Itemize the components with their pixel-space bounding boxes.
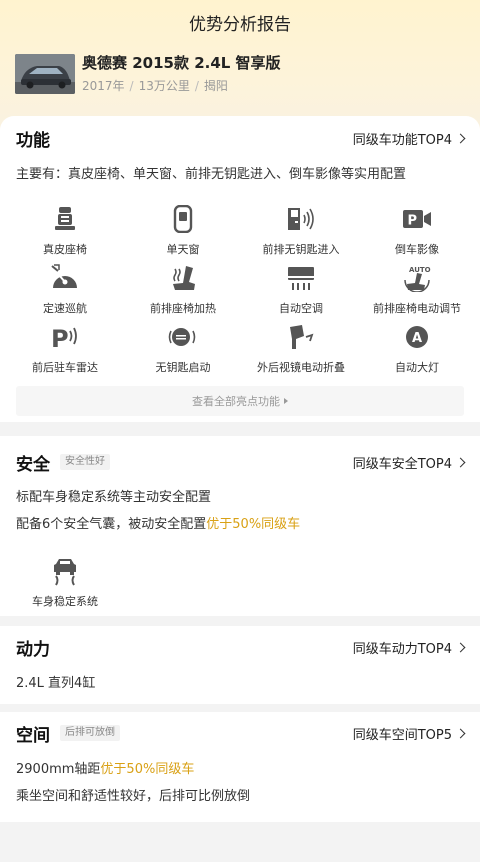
car-name: 奥德赛 2015款 2.4L 智享版 [82, 54, 281, 72]
feature-label: 无钥匙启动 [155, 361, 211, 374]
power-title: 动力 [16, 639, 50, 660]
svg-text:P: P [51, 325, 69, 351]
power-top-link[interactable]: 同级车动力TOP4 [352, 638, 466, 657]
feature-label: 单天窗 [166, 243, 200, 256]
page-title: 优势分析报告 [189, 14, 291, 35]
chevron-right-icon [455, 457, 466, 467]
chevron-right-icon [455, 728, 466, 738]
car-meta: 2017年 / 13万公里 / 揭阳 [82, 77, 228, 94]
car-thumbnail [15, 54, 75, 94]
chevron-right-icon [455, 133, 466, 143]
keyless-entry-icon [284, 204, 318, 234]
car-city: 揭阳 [203, 79, 228, 93]
feature-item[interactable]: P 倒车影像 [352, 204, 480, 262]
header: 优势分析报告 [0, 0, 480, 44]
feature-item[interactable]: P 前后驻车雷达 [0, 322, 130, 380]
space-wheelbase: 2900mm轴距 [16, 762, 101, 777]
feature-item[interactable]: 前排无钥匙进入 [236, 204, 366, 262]
feature-item[interactable]: 自动空调 [236, 263, 366, 321]
power-top-link-label: 同级车动力TOP4 [352, 641, 452, 657]
auto-ac-icon [284, 263, 318, 293]
seat-heating-icon [166, 263, 200, 293]
safety-highlight: 优于50%同级车 [206, 517, 301, 532]
space-line-1: 2900mm轴距优于50%同级车 [16, 758, 194, 777]
feature-item[interactable]: 无钥匙启动 [118, 322, 248, 380]
power-seat-icon: AUTO [400, 263, 434, 293]
safety-header: 安全 安全性好 同级车安全TOP4 [16, 451, 466, 475]
feature-item[interactable]: 定速巡航 [0, 263, 130, 321]
svg-text:P: P [408, 214, 418, 229]
space-top-link-label: 同级车空间TOP5 [352, 727, 452, 743]
cruise-control-icon [48, 263, 82, 293]
feature-item[interactable]: 真皮座椅 [0, 204, 130, 262]
space-highlight: 优于50%同级车 [100, 762, 195, 777]
feature-item[interactable]: 车身稳定系统 [0, 556, 130, 614]
view-all-features-button[interactable]: 查看全部亮点功能 [16, 386, 464, 416]
feature-label: 自动大灯 [395, 361, 439, 374]
feature-item[interactable]: AUTO 前排座椅电动调节 [352, 263, 480, 321]
sunroof-icon [166, 204, 200, 234]
safety-top-link-label: 同级车安全TOP4 [352, 456, 452, 472]
feature-item[interactable]: A 自动大灯 [352, 322, 480, 380]
space-header: 空间 后排可放倒 同级车空间TOP5 [16, 722, 466, 746]
car-info: 奥德赛 2015款 2.4L 智享版 2017年 / 13万公里 / 揭阳 [15, 52, 465, 96]
feature-label: 车身稳定系统 [32, 595, 98, 608]
space-card: 空间 后排可放倒 同级车空间TOP5 2900mm轴距优于50%同级车 乘坐空间… [0, 712, 480, 822]
space-tag: 后排可放倒 [60, 725, 120, 741]
feature-label: 真皮座椅 [43, 243, 87, 256]
svg-text:A: A [412, 331, 422, 346]
safety-top-link[interactable]: 同级车安全TOP4 [352, 453, 466, 472]
safety-card: 安全 安全性好 同级车安全TOP4 标配车身稳定系统等主动安全配置 配备6个安全… [0, 436, 480, 616]
feature-label: 外后视镜电动折叠 [257, 361, 345, 374]
power-engine: 2.4L 直列4缸 [16, 676, 96, 691]
feature-label: 前排座椅电动调节 [373, 302, 461, 315]
car-year: 2017年 [82, 79, 125, 93]
meta-separator: / [194, 79, 199, 93]
features-title: 功能 [16, 130, 50, 151]
chevron-right-icon [455, 642, 466, 652]
svg-text:AUTO: AUTO [409, 266, 431, 274]
feature-label: 前后驻车雷达 [32, 361, 98, 374]
safety-line-1: 标配车身稳定系统等主动安全配置 [16, 490, 212, 505]
safety-tag: 安全性好 [60, 454, 110, 470]
leather-seat-icon [48, 204, 82, 234]
meta-separator: / [129, 79, 134, 93]
mirror-fold-icon [284, 322, 318, 352]
power-header: 动力 同级车动力TOP4 [16, 636, 466, 660]
car-mileage: 13万公里 [138, 79, 190, 93]
feature-item[interactable]: 前排座椅加热 [118, 263, 248, 321]
space-title: 空间 [16, 725, 50, 746]
features-top-link[interactable]: 同级车功能TOP4 [352, 129, 466, 148]
features-summary: 主要有：真皮座椅、单天窗、前排无钥匙进入、倒车影像等实用配置 [16, 167, 407, 182]
parking-radar-icon: P [48, 322, 82, 352]
feature-label: 定速巡航 [43, 302, 87, 315]
triangle-right-icon [284, 398, 288, 404]
feature-label: 倒车影像 [395, 243, 439, 256]
safety-line-2: 配备6个安全气囊，被动安全配置优于50%同级车 [16, 513, 300, 532]
power-card: 动力 同级车动力TOP4 2.4L 直列4缸 [0, 626, 480, 704]
safety-title: 安全 [16, 454, 50, 475]
reverse-camera-icon: P [400, 204, 434, 234]
space-line-2: 乘坐空间和舒适性较好，后排可比例放倒 [16, 789, 251, 804]
view-all-features-label: 查看全部亮点功能 [192, 395, 280, 408]
feature-item[interactable]: 外后视镜电动折叠 [236, 322, 366, 380]
feature-label: 自动空调 [279, 302, 323, 315]
auto-headlight-icon: A [400, 322, 434, 352]
feature-label: 前排座椅加热 [150, 302, 216, 315]
space-top-link[interactable]: 同级车空间TOP5 [352, 724, 466, 743]
keyless-start-icon [166, 322, 200, 352]
features-card: 功能 同级车功能TOP4 主要有：真皮座椅、单天窗、前排无钥匙进入、倒车影像等实… [0, 116, 480, 422]
feature-item[interactable]: 单天窗 [118, 204, 248, 262]
features-header: 功能 同级车功能TOP4 [16, 127, 466, 151]
feature-label: 前排无钥匙进入 [262, 243, 340, 256]
safety-line-2-text: 配备6个安全气囊，被动安全配置 [16, 517, 207, 532]
features-top-link-label: 同级车功能TOP4 [352, 132, 452, 148]
stability-control-icon [48, 556, 82, 586]
